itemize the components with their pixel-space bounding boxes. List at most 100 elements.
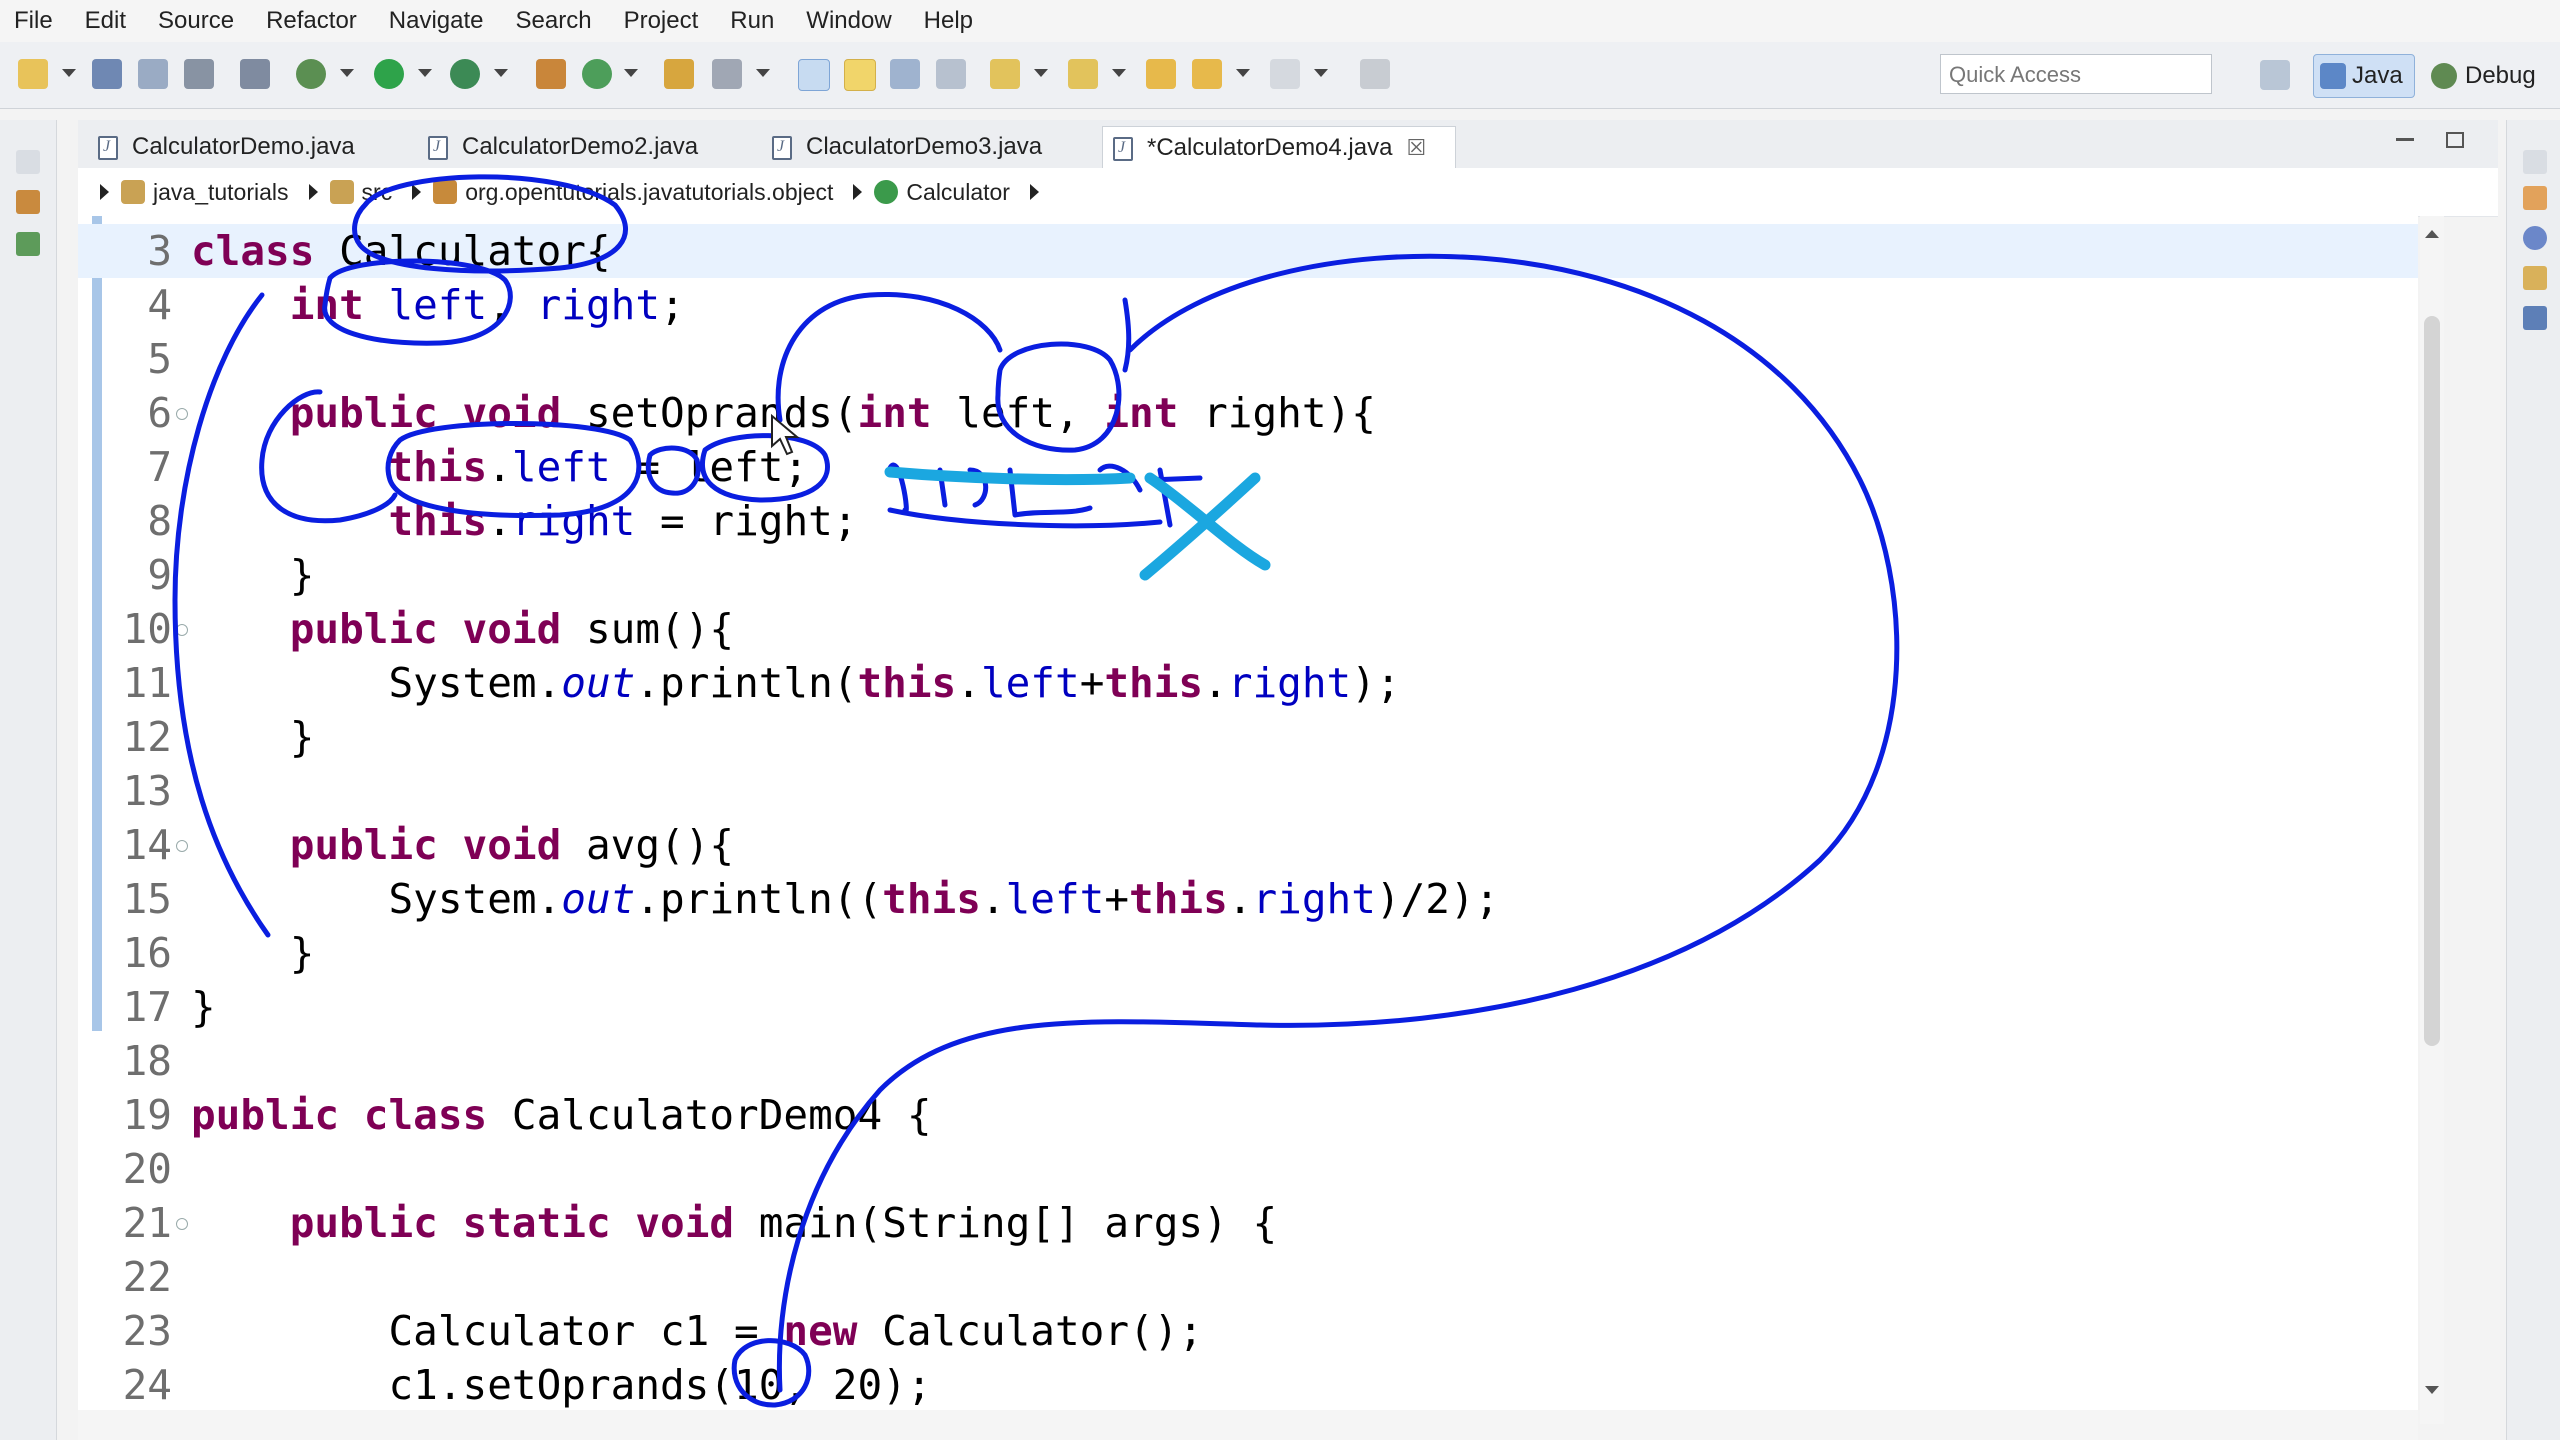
fold-toggle-icon[interactable] <box>176 624 188 636</box>
new-package-icon[interactable] <box>536 59 566 89</box>
chevron-down-icon[interactable] <box>418 69 432 77</box>
menu-item-source[interactable]: Source <box>158 7 234 35</box>
code-line[interactable]: 16 } <box>78 926 2418 980</box>
breadcrumb-project[interactable]: java_tutorials <box>121 179 289 206</box>
code-line[interactable]: 23 Calculator c1 = new Calculator(); <box>78 1304 2418 1358</box>
chevron-down-icon[interactable] <box>494 69 508 77</box>
menu-item-navigate[interactable]: Navigate <box>389 7 484 35</box>
next-annotation-icon[interactable] <box>990 59 1020 89</box>
perspective-java-button[interactable]: Java <box>2313 54 2415 98</box>
skip-breakpoints-icon[interactable] <box>240 59 270 89</box>
save-all-icon[interactable] <box>138 59 168 89</box>
code-line[interactable]: 12 } <box>78 710 2418 764</box>
maximize-icon[interactable] <box>2445 131 2464 148</box>
chevron-down-icon[interactable] <box>756 69 770 77</box>
last-edit-icon[interactable] <box>1146 59 1176 89</box>
code-line[interactable]: 5 <box>78 332 2418 386</box>
menu-item-edit[interactable]: Edit <box>85 7 126 35</box>
tab-calculatordemo[interactable]: CalculatorDemo.java <box>88 126 408 168</box>
restore-icon[interactable] <box>2523 150 2547 174</box>
code-line[interactable]: 14 public void avg(){ <box>78 818 2418 872</box>
declaration-icon[interactable] <box>2523 266 2547 290</box>
task-list-icon[interactable] <box>2523 186 2547 210</box>
new-class-icon[interactable] <box>582 59 612 89</box>
print-icon[interactable] <box>184 59 214 89</box>
hierarchy-icon[interactable] <box>16 232 40 256</box>
code-line[interactable]: 22 <box>78 1250 2418 1304</box>
code-line[interactable]: 13 <box>78 764 2418 818</box>
console-icon[interactable] <box>2523 306 2547 330</box>
fold-toggle-icon[interactable] <box>176 840 188 852</box>
pin-icon[interactable] <box>1360 59 1390 89</box>
code-line[interactable]: 15 System.out.println((this.left+this.ri… <box>78 872 2418 926</box>
tab-claculatordemo3[interactable]: ClaculatorDemo3.java <box>762 126 1092 168</box>
perspective-debug-button[interactable]: Debug <box>2425 54 2555 98</box>
back-icon[interactable] <box>1192 59 1222 89</box>
breadcrumb-package[interactable]: org.opentutorials.javatutorials.object <box>433 179 833 206</box>
chevron-down-icon[interactable] <box>1112 69 1126 77</box>
external-tools-icon[interactable] <box>450 59 480 89</box>
highlight-icon[interactable] <box>844 59 876 91</box>
tab-calculatordemo4[interactable]: *CalculatorDemo4.java ☒ <box>1102 126 1456 168</box>
code-line[interactable]: 7 this.left = left; <box>78 440 2418 494</box>
javadoc-icon[interactable] <box>2523 226 2547 250</box>
code-line[interactable]: 10 public void sum(){ <box>78 602 2418 656</box>
quick-access-input[interactable]: Quick Access <box>1940 54 2212 94</box>
code-line[interactable]: 19 public class CalculatorDemo4 { <box>78 1088 2418 1142</box>
code-line[interactable]: 9 } <box>78 548 2418 602</box>
fold-toggle-icon[interactable] <box>176 1218 188 1230</box>
show-whitespace-icon[interactable] <box>936 59 966 89</box>
menu-item-run[interactable]: Run <box>730 7 774 35</box>
forward-icon[interactable] <box>1270 59 1300 89</box>
tab-calculatordemo2[interactable]: CalculatorDemo2.java <box>418 126 748 168</box>
code-line[interactable]: 18 <box>78 1034 2418 1088</box>
horizontal-scrollbar[interactable] <box>78 1410 2418 1440</box>
scroll-thumb[interactable] <box>2424 316 2440 1046</box>
code-line[interactable]: 21 public static void main(String[] args… <box>78 1196 2418 1250</box>
tab-label: CalculatorDemo.java <box>132 133 355 160</box>
run-icon[interactable] <box>374 59 404 89</box>
chevron-down-icon[interactable] <box>1236 69 1250 77</box>
restore-icon[interactable] <box>16 150 40 174</box>
fold-toggle-icon[interactable] <box>176 408 188 420</box>
prev-annotation-icon[interactable] <box>1068 59 1098 89</box>
code-text: } <box>191 929 315 977</box>
debug-icon[interactable] <box>296 59 326 89</box>
menu-item-help[interactable]: Help <box>924 7 973 35</box>
breadcrumb-class[interactable]: Calculator <box>874 179 1010 206</box>
chevron-down-icon[interactable] <box>624 69 638 77</box>
scroll-down-icon[interactable] <box>2425 1386 2439 1394</box>
code-line[interactable]: 3 class Calculator{ <box>78 224 2418 278</box>
save-icon[interactable] <box>92 59 122 89</box>
vertical-scrollbar[interactable] <box>2420 216 2444 1424</box>
open-perspective-icon[interactable] <box>2260 60 2290 90</box>
search-icon[interactable] <box>712 59 742 89</box>
code-line[interactable]: 20 <box>78 1142 2418 1196</box>
chevron-down-icon[interactable] <box>1314 69 1328 77</box>
code-line[interactable]: 8 this.right = right; <box>78 494 2418 548</box>
code-line[interactable]: 17} <box>78 980 2418 1034</box>
scroll-up-icon[interactable] <box>2425 230 2439 238</box>
menu-item-search[interactable]: Search <box>516 7 592 35</box>
menu-bar: File Edit Source Refactor Navigate Search Proj… <box>0 0 2560 42</box>
menu-item-window[interactable]: Window <box>806 7 891 35</box>
menu-item-refactor[interactable]: Refactor <box>266 7 357 35</box>
chevron-down-icon[interactable] <box>340 69 354 77</box>
menu-item-project[interactable]: Project <box>624 7 699 35</box>
code-line[interactable]: 24 c1.setOprands(10, 20); <box>78 1358 2418 1412</box>
menu-item-file[interactable]: File <box>14 7 53 35</box>
close-icon[interactable]: ☒ <box>1406 135 1426 161</box>
new-icon[interactable] <box>18 59 48 89</box>
minimize-icon[interactable] <box>2396 138 2414 142</box>
code-line[interactable]: 11 System.out.println(this.left+this.rig… <box>78 656 2418 710</box>
chevron-down-icon[interactable] <box>62 69 76 77</box>
code-line[interactable]: 4 int left, right; <box>78 278 2418 332</box>
chevron-down-icon[interactable] <box>1034 69 1048 77</box>
code-editor[interactable]: 3 class Calculator{4 int left, right; 5 6 p… <box>78 216 2418 1424</box>
block-selection-icon[interactable] <box>890 59 920 89</box>
code-line[interactable]: 6 public void setOprands(int left, int r… <box>78 386 2418 440</box>
open-type-icon[interactable] <box>664 59 694 89</box>
toggle-mark-icon[interactable] <box>798 59 830 91</box>
package-explorer-icon[interactable] <box>16 190 40 214</box>
breadcrumb-src[interactable]: src <box>329 179 392 206</box>
